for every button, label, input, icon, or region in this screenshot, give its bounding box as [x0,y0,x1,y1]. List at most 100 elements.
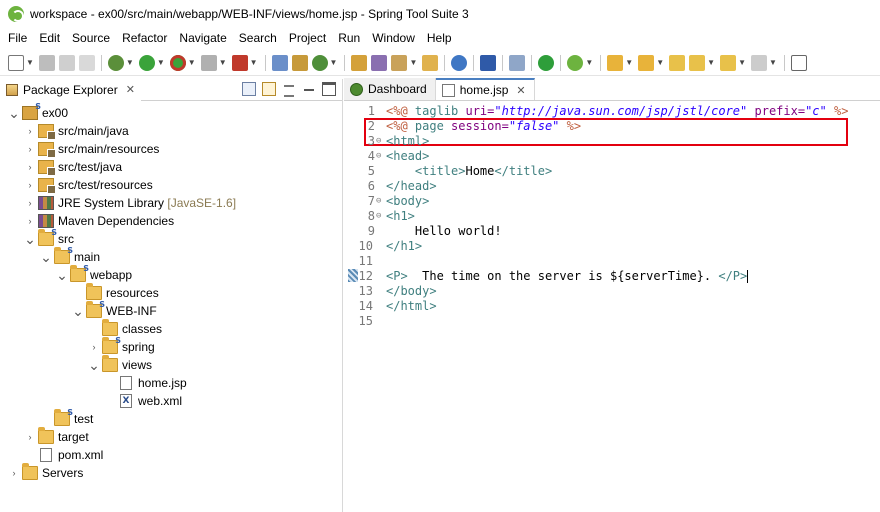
new-java-project-icon[interactable] [271,54,288,71]
fold-toggle-icon[interactable]: ⊖ [376,209,384,224]
code-line[interactable]: 15 [344,314,874,329]
menu-run[interactable]: Run [332,28,366,48]
chevron-right-icon[interactable]: › [24,144,36,154]
tree-item-classes[interactable]: classes [88,319,162,338]
chevron-right-icon[interactable]: › [24,162,36,172]
console-icon[interactable] [480,54,497,71]
back-icon[interactable] [720,54,737,71]
stop-icon[interactable] [200,54,217,71]
code-line[interactable]: 2 <%@ page session="false" %> [344,119,874,134]
tree-item-home-jsp[interactable]: home.jsp [104,374,187,392]
tree-item-test[interactable]: Stest [40,408,93,428]
new-class-dropdown-icon[interactable]: ▼ [330,58,338,67]
new-class-icon[interactable] [311,54,328,71]
new-package-icon[interactable] [291,54,308,71]
debug-dropdown-icon[interactable]: ▼ [126,58,134,67]
tree-item-src-main-java[interactable]: › src/main/java [24,122,129,140]
code-line[interactable]: 13 </body> [344,284,874,299]
chevron-down-icon[interactable]: ⌄ [8,106,20,120]
open-task-icon[interactable] [371,54,388,71]
next-annotation-icon[interactable] [607,54,624,71]
run-icon[interactable] [138,54,155,71]
tree-item-pom-xml[interactable]: pom.xml [24,446,103,464]
tree-item-servers[interactable]: › Servers [8,463,83,482]
menu-help[interactable]: Help [421,28,458,48]
previous-annotation-icon[interactable] [638,54,655,71]
back-dropdown-icon[interactable]: ▼ [738,58,746,67]
chevron-right-icon[interactable]: › [24,198,36,208]
new-icon[interactable] [8,54,24,71]
tree-item-ex00[interactable]: ⌄ Sex00 [8,102,68,122]
minimize-icon[interactable] [302,82,316,96]
open-folder-icon[interactable] [422,54,439,71]
chevron-down-icon[interactable]: ⌄ [56,268,68,282]
chevron-down-icon[interactable]: ⌄ [72,304,84,318]
chevron-right-icon[interactable]: › [88,342,100,352]
tree-item-target[interactable]: › target [24,427,89,446]
code-line[interactable]: 12 <P> The time on the server is ${server… [344,269,874,284]
brush-dropdown-icon[interactable]: ▼ [409,58,417,67]
tree-item-spring[interactable]: › Sspring [88,336,155,356]
menu-file[interactable]: File [2,28,33,48]
tree-item-src-test-resources[interactable]: › src/test/resources [24,176,153,194]
chevron-right-icon[interactable]: › [24,432,36,442]
spring-update-dropdown-icon[interactable]: ▼ [585,58,593,67]
tree-item-jre-system-library[interactable]: › JRE System Library [JavaSE-1.6] [24,194,236,212]
save-icon[interactable] [38,54,55,71]
server-dropdown-icon[interactable]: ▼ [250,58,258,67]
next-annotation-dropdown-icon[interactable]: ▼ [625,58,633,67]
menu-project[interactable]: Project [283,28,332,48]
previous-annotation-dropdown-icon[interactable]: ▼ [656,58,664,67]
code-line[interactable]: 5 <title>Home</title> [344,164,874,179]
menu-source[interactable]: Source [66,28,116,48]
menu-search[interactable]: Search [233,28,283,48]
chevron-right-icon[interactable]: › [8,468,20,478]
power-icon[interactable] [538,54,555,71]
tree-item-views[interactable]: ⌄ views [88,355,152,374]
fold-toggle-icon[interactable]: ⊖ [376,149,384,164]
link-with-editor-icon[interactable] [262,82,276,96]
chevron-down-icon[interactable]: ⌄ [88,358,100,372]
chevron-down-icon[interactable]: ⌄ [24,232,36,246]
external-tools-dropdown-icon[interactable]: ▼ [188,58,196,67]
tree-item-maven-dependencies[interactable]: › Maven Dependencies [24,212,174,230]
fold-toggle-icon[interactable]: ⊖ [376,194,384,209]
tab-package-explorer[interactable]: Package Explorer ✕ [0,78,141,101]
run-dropdown-icon[interactable]: ▼ [157,58,165,67]
tree-item-src-test-java[interactable]: › src/test/java [24,158,122,176]
tab-home-jsp[interactable]: home.jsp ✕ [435,78,535,100]
code-line[interactable]: 1 <%@ taglib uri="http://java.sun.com/jsp… [344,104,874,119]
forward-dropdown-icon[interactable]: ▼ [769,58,777,67]
code-line[interactable]: 11 [344,254,874,269]
view-menu-icon[interactable] [282,82,296,97]
brush-icon[interactable] [391,54,408,71]
print-icon[interactable] [78,54,95,71]
code-line[interactable]: 8 ⊖ <h1> [344,209,874,224]
chevron-right-icon[interactable]: › [24,126,36,136]
chevron-right-icon[interactable]: › [24,180,36,190]
server-icon[interactable] [231,54,248,71]
menu-navigate[interactable]: Navigate [173,28,232,48]
tab-dashboard[interactable]: Dashboard [344,78,436,100]
spring-update-icon[interactable] [567,54,584,71]
menu-refactor[interactable]: Refactor [116,28,173,48]
maximize-icon[interactable] [322,82,336,96]
external-tools-icon[interactable] [169,54,186,71]
chevron-down-icon[interactable]: ⌄ [40,250,52,264]
menu-edit[interactable]: Edit [33,28,66,48]
tree-item-src-main-resources[interactable]: › src/main/resources [24,140,159,158]
close-icon[interactable]: ✕ [126,83,135,96]
open-perspective-icon[interactable] [790,54,807,71]
tree-item-web-inf[interactable]: ⌄ S WEB-INF [72,300,157,320]
open-type-icon[interactable] [351,54,368,71]
tree-item-main[interactable]: ⌄ Smain [40,246,100,266]
new-dropdown-icon[interactable]: ▼ [26,58,34,67]
tree-item-web-xml[interactable]: Xweb.xml [104,392,182,410]
web-browser-icon[interactable] [451,54,468,71]
menu-window[interactable]: Window [366,28,421,48]
code-line[interactable]: 3 ⊖ <html> [344,134,874,149]
save-all-icon[interactable] [58,54,75,71]
code-line[interactable]: 10 </h1> [344,239,874,254]
debug-icon[interactable] [107,54,124,71]
code-line[interactable]: 4 ⊖ <head> [344,149,874,164]
